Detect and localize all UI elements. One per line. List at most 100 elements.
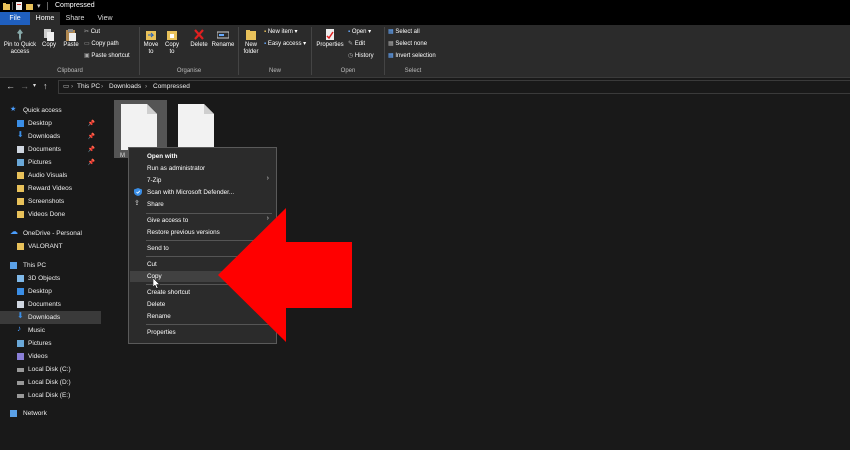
nav-item-local-disk-e[interactable]: Local Disk (E:): [0, 389, 101, 402]
breadcrumb-this-pc[interactable]: This PC: [77, 82, 100, 92]
pin-icon[interactable]: 📌: [88, 133, 95, 140]
nav-item-local-disk-c[interactable]: Local Disk (C:): [0, 363, 101, 376]
folder-icon: [17, 172, 24, 179]
breadcrumb-separator[interactable]: ›: [71, 82, 73, 92]
zip-file-item[interactable]: [178, 104, 214, 152]
nav-item-videos-done[interactable]: Videos Done: [0, 208, 101, 221]
ribbon: Pin to Quick access Copy Paste ✂ Cut ▭ C…: [0, 25, 850, 78]
breadcrumb-compressed[interactable]: Compressed: [153, 82, 190, 92]
copy-path-button[interactable]: ▭ Copy path: [84, 40, 119, 48]
organise-group-label: Organise: [176, 68, 202, 74]
nav-quick-access[interactable]: ★ Quick access: [0, 104, 101, 117]
easy-access-icon: ▪: [264, 41, 267, 47]
copy-to-button[interactable]: Copy to: [163, 28, 181, 56]
easy-access-button[interactable]: ▪ Easy access ▾: [264, 40, 306, 48]
menu-item-run-as-administrator[interactable]: Run as administrator: [130, 163, 275, 174]
nav-item-pc-documents[interactable]: Documents: [0, 298, 101, 311]
copy-path-label: Copy path: [91, 41, 119, 47]
nav-item-documents[interactable]: Documents 📌: [0, 143, 101, 156]
nav-item-pictures[interactable]: Pictures 📌: [0, 156, 101, 169]
open-icon: ▪: [348, 29, 351, 35]
desktop-icon: [17, 288, 24, 295]
music-note-icon: ♪: [17, 324, 21, 333]
nav-onedrive[interactable]: ☁ OneDrive - Personal: [0, 227, 101, 240]
nav-item-audio-visuals[interactable]: Audio Visuals: [0, 169, 101, 182]
nav-item-downloads[interactable]: ⬇ Downloads 📌: [0, 130, 101, 143]
3d-objects-icon: [17, 275, 24, 282]
mouse-cursor-icon: [153, 278, 160, 289]
tab-home[interactable]: Home: [30, 12, 60, 25]
menu-item-scan-defender[interactable]: Scan with Microsoft Defender...: [130, 187, 275, 198]
address-bar[interactable]: ▭ › This PC › Downloads › Compressed: [58, 80, 850, 94]
properties-button[interactable]: Properties: [314, 28, 346, 49]
paste-button[interactable]: Paste: [60, 28, 82, 49]
properties-quick-icon[interactable]: [16, 2, 23, 10]
paste-shortcut-button[interactable]: ▣ Paste shortcut: [84, 52, 130, 60]
open-button[interactable]: ▪ Open ▾: [348, 28, 371, 36]
open-label: Open: [351, 29, 367, 35]
pin-icon[interactable]: 📌: [88, 146, 95, 153]
forward-arrow-icon[interactable]: →: [20, 80, 29, 92]
nav-item-screenshots[interactable]: Screenshots: [0, 195, 101, 208]
nav-label: Downloads: [28, 133, 61, 140]
new-item-button[interactable]: ▪ New item ▾: [264, 28, 298, 36]
nav-item-reward-videos[interactable]: Reward Videos: [0, 182, 101, 195]
breadcrumb-separator[interactable]: ›: [145, 82, 147, 92]
edit-button[interactable]: ✎ Edit: [348, 40, 365, 48]
paste-label: Paste: [63, 42, 79, 48]
nav-label: Desktop: [28, 120, 52, 127]
nav-item-videos[interactable]: Videos: [0, 350, 101, 363]
clipboard-group-label: Clipboard: [57, 68, 83, 74]
new-folder-quick-icon[interactable]: [26, 2, 33, 10]
nav-item-3d-objects[interactable]: 3D Objects: [0, 272, 101, 285]
select-all-button[interactable]: ▦ Select all: [388, 28, 420, 36]
select-group-label: Select: [404, 68, 422, 74]
menu-item-label: Scan with Microsoft Defender...: [147, 189, 235, 196]
new-folder-button[interactable]: New folder: [240, 28, 262, 56]
nav-item-pc-downloads[interactable]: ⬇ Downloads: [0, 311, 101, 324]
nav-item-pc-desktop[interactable]: Desktop: [0, 285, 101, 298]
move-to-button[interactable]: Move to: [142, 28, 160, 56]
customize-quick-access-icon[interactable]: ▾: [37, 2, 44, 10]
new-group-label: New: [268, 68, 281, 74]
ribbon-tabs: File Home Share View: [0, 12, 850, 25]
nav-item-desktop[interactable]: Desktop 📌: [0, 117, 101, 130]
nav-item-music[interactable]: ♪ Music: [0, 324, 101, 337]
nav-label: Desktop: [28, 288, 52, 295]
paste-shortcut-icon: ▣: [84, 53, 90, 59]
select-none-button[interactable]: ▦ Select none: [388, 40, 427, 48]
copy-button[interactable]: Copy: [39, 28, 59, 49]
nav-this-pc[interactable]: This PC: [0, 259, 101, 272]
nav-network[interactable]: Network: [0, 407, 101, 420]
tab-share[interactable]: Share: [60, 12, 90, 25]
zip-file-item[interactable]: [121, 104, 157, 152]
drive-icon: [17, 381, 24, 385]
nav-item-local-disk-d[interactable]: Local Disk (D:): [0, 376, 101, 389]
cut-button[interactable]: ✂ Cut: [84, 28, 100, 36]
copy-path-icon: ▭: [84, 41, 90, 47]
invert-selection-button[interactable]: ▦ Invert selection: [388, 52, 436, 60]
pin-icon: [17, 29, 23, 41]
pin-to-quick-access-button[interactable]: Pin to Quick access: [2, 28, 38, 56]
documents-icon: [17, 146, 24, 153]
file-icon: [178, 104, 214, 150]
history-button[interactable]: ◷ History: [348, 52, 374, 60]
menu-item-open-with[interactable]: Open with: [130, 151, 275, 162]
breadcrumb-separator[interactable]: ›: [101, 82, 103, 92]
file-name: M: [120, 153, 125, 159]
back-arrow-icon[interactable]: ←: [6, 80, 15, 92]
nav-label: Network: [23, 410, 47, 417]
desktop-icon: [17, 120, 24, 127]
tab-file[interactable]: File: [0, 12, 30, 25]
delete-button[interactable]: Delete: [188, 28, 210, 49]
nav-item-valorant[interactable]: VALORANT: [0, 240, 101, 253]
rename-button[interactable]: Rename: [211, 28, 235, 49]
tab-view[interactable]: View: [90, 12, 120, 25]
menu-item-7zip[interactable]: 7-Zip ›: [130, 175, 275, 186]
pin-icon[interactable]: 📌: [88, 159, 95, 166]
recent-locations-chevron-icon[interactable]: ▾: [33, 80, 36, 92]
nav-item-pc-pictures[interactable]: Pictures: [0, 337, 101, 350]
breadcrumb-downloads[interactable]: Downloads: [109, 82, 141, 92]
up-arrow-icon[interactable]: ↑: [43, 80, 48, 92]
pin-icon[interactable]: 📌: [88, 120, 95, 127]
